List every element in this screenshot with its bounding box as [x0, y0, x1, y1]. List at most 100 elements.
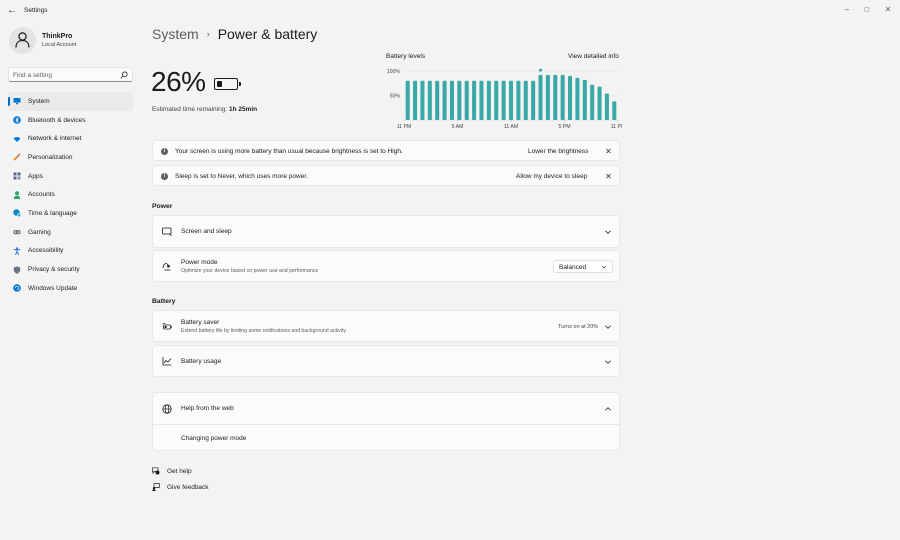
avatar[interactable] — [9, 27, 36, 54]
view-detailed-info-link[interactable]: View detailed info — [568, 53, 619, 60]
sidebar-item-time-language[interactable]: Time & language — [8, 204, 133, 223]
battery-percentage: 26% — [151, 66, 206, 97]
notice-text: Sleep is set to Never, which uses more p… — [175, 172, 308, 180]
chevron-down-icon[interactable] — [604, 228, 612, 236]
brush-icon — [13, 153, 21, 161]
sidebar-nav: System Bluetooth & devices Network & int… — [8, 92, 133, 298]
battery-section-title: Battery — [152, 298, 176, 305]
sidebar-item-network[interactable]: Network & internet — [8, 129, 133, 148]
search-input[interactable] — [13, 69, 118, 81]
row-title: Help from the web — [181, 405, 234, 412]
person-icon — [15, 32, 30, 48]
chart-bar — [560, 74, 565, 120]
help-header[interactable]: Help from the web — [153, 393, 619, 425]
sidebar-item-gaming[interactable]: Gaming — [8, 223, 133, 242]
minimize-button[interactable]: – — [840, 4, 854, 16]
breadcrumb-root[interactable]: System — [152, 26, 199, 42]
search-icon[interactable] — [120, 71, 128, 79]
feedback-icon — [152, 483, 160, 491]
sidebar-item-privacy-security[interactable]: Privacy & security — [8, 260, 133, 279]
battery-levels-chart[interactable]: 100% 50% 11 PM 5 AM 11 AM 5 PM 11 PM — [380, 62, 622, 132]
give-feedback-link[interactable]: Give feedback — [167, 484, 209, 491]
lower-brightness-button[interactable]: Lower the brightness — [528, 148, 588, 155]
row-title: Battery usage — [181, 358, 222, 365]
chart-bar — [597, 86, 602, 120]
chevron-down-icon[interactable] — [604, 358, 612, 366]
row-title: Power mode — [181, 259, 218, 266]
x-tick-label: 11 AM — [504, 124, 518, 130]
sidebar-item-system[interactable]: System — [8, 92, 133, 111]
user-account-type: Local Account — [42, 42, 77, 48]
x-tick-label: 11 PM — [611, 124, 622, 130]
battery-usage-row[interactable]: Battery usage — [152, 345, 620, 377]
battery-remaining: Estimated time remaining: 1h 25min — [152, 106, 257, 113]
sidebar-item-label: Apps — [28, 172, 43, 180]
chart-bar — [590, 84, 595, 120]
bluetooth-icon — [13, 116, 21, 124]
user-name: ThinkPro — [42, 33, 73, 40]
maximize-button[interactable]: ▢ — [860, 4, 874, 16]
row-title: Battery saver — [181, 319, 220, 326]
apps-icon — [13, 172, 21, 180]
sidebar-item-bluetooth[interactable]: Bluetooth & devices — [8, 111, 133, 130]
sidebar-item-windows-update[interactable]: Windows Update — [8, 279, 133, 298]
power-mode-icon — [162, 263, 171, 271]
chart-bar — [516, 80, 521, 120]
chart-title: Battery levels — [386, 53, 426, 60]
chart-bar — [413, 80, 418, 120]
sidebar-item-label: Gaming — [28, 228, 51, 236]
chart-bar — [449, 80, 454, 120]
close-button[interactable]: ✕ — [881, 4, 895, 16]
sidebar-item-accounts[interactable]: Accounts — [8, 185, 133, 204]
chart-bar — [435, 80, 440, 120]
chart-bar — [457, 80, 462, 120]
sidebar-item-accessibility[interactable]: Accessibility — [8, 242, 133, 261]
power-mode-dropdown[interactable]: Balanced — [553, 260, 613, 273]
battery-saver-status: Turns on at 20% — [558, 324, 599, 330]
chart-bar — [508, 80, 514, 120]
chevron-down-icon — [601, 265, 607, 269]
close-icon[interactable]: ✕ — [604, 172, 613, 181]
accessibility-icon — [13, 247, 21, 255]
battery-icon — [214, 78, 241, 90]
row-title: Screen and sleep — [181, 228, 232, 235]
battery-saver-icon — [162, 323, 172, 330]
sidebar-item-label: Bluetooth & devices — [28, 116, 86, 124]
chart-bar — [604, 93, 609, 120]
info-icon: i — [161, 147, 168, 155]
remaining-value: 1h 25min — [228, 106, 258, 113]
back-arrow-icon[interactable]: ← — [6, 5, 18, 17]
sidebar-item-label: Personalization — [28, 153, 73, 161]
chart-bar — [545, 74, 550, 120]
charging-plug-icon — [539, 68, 543, 72]
chart-bar — [501, 80, 506, 120]
app-title: Settings — [24, 7, 48, 14]
wifi-icon — [13, 135, 21, 143]
get-help-link[interactable]: Get help — [167, 468, 192, 475]
sidebar-item-apps[interactable]: Apps — [8, 167, 133, 186]
chart-bar — [568, 75, 573, 120]
sidebar-item-personalization[interactable]: Personalization — [8, 148, 133, 167]
sidebar-item-label: Network & internet — [28, 135, 82, 143]
sidebar-item-label: Time & language — [28, 209, 77, 217]
close-icon[interactable]: ✕ — [604, 147, 613, 156]
chevron-right-icon: › — [206, 29, 210, 39]
sleep-notice: i Sleep is set to Never, which uses more… — [152, 165, 620, 186]
chart-bar — [531, 80, 536, 120]
search-box[interactable] — [8, 67, 133, 82]
chart-bar — [427, 80, 432, 120]
battery-saver-row[interactable]: Battery saver Extend battery life by lim… — [152, 310, 620, 342]
changing-power-mode-link[interactable]: Changing power mode — [181, 435, 246, 442]
chart-bar — [494, 80, 499, 120]
screen-and-sleep-row[interactable]: Screen and sleep — [152, 215, 620, 248]
chevron-down-icon[interactable] — [604, 323, 612, 331]
power-mode-selected: Balanced — [559, 264, 587, 271]
chart-bar — [523, 80, 528, 120]
allow-sleep-button[interactable]: Allow my device to sleep — [516, 173, 587, 180]
monitor-icon — [13, 97, 21, 105]
get-help-icon — [152, 467, 160, 475]
chart-bar — [472, 80, 477, 120]
sidebar-item-label: Windows Update — [28, 284, 78, 292]
sidebar-item-label: Privacy & security — [28, 266, 80, 274]
chevron-up-icon[interactable] — [604, 405, 612, 413]
